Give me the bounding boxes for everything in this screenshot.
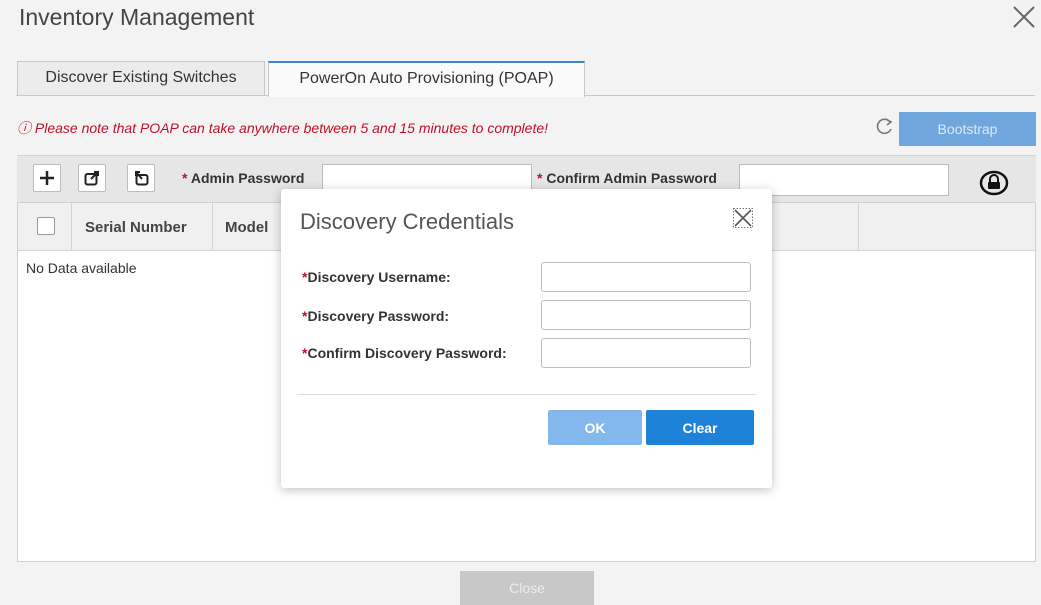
select-all-checkbox[interactable] — [37, 217, 55, 235]
confirm-discovery-password-label: *Confirm Discovery Password: — [302, 345, 507, 361]
required-marker: * — [537, 170, 543, 186]
tab-discover-existing-switches[interactable]: Discover Existing Switches — [17, 61, 265, 95]
column-divider — [858, 203, 859, 250]
admin-password-label: * Admin Password — [182, 170, 304, 186]
column-header-serial-number[interactable]: Serial Number — [85, 219, 187, 236]
refresh-icon[interactable] — [873, 116, 895, 138]
confirm-admin-password-label-text: Confirm Admin Password — [546, 170, 717, 186]
close-button[interactable]: Close — [460, 571, 594, 605]
admin-password-label-text: Admin Password — [190, 170, 305, 186]
tab-label: Discover Existing Switches — [45, 69, 237, 86]
tab-label: PowerOn Auto Provisioning (POAP) — [299, 70, 554, 87]
discovery-username-input[interactable] — [541, 262, 751, 292]
add-button[interactable] — [33, 164, 61, 192]
plus-icon — [40, 171, 54, 185]
import-icon — [135, 171, 149, 186]
info-icon: ⓘ — [17, 120, 31, 136]
column-header-model[interactable]: Model — [225, 219, 268, 236]
close-window-icon[interactable] — [1011, 4, 1037, 30]
discovery-password-input[interactable] — [541, 300, 751, 330]
discovery-username-label-text: Discovery Username: — [307, 269, 451, 285]
window-title: Inventory Management — [19, 4, 255, 30]
modal-title: Discovery Credentials — [300, 209, 514, 234]
discovery-username-label: *Discovery Username: — [302, 269, 451, 285]
modal-divider — [297, 394, 756, 395]
poap-notice: ⓘ Please note that POAP can take anywher… — [17, 118, 548, 138]
export-button[interactable] — [78, 164, 106, 192]
modal-close-icon[interactable] — [733, 208, 753, 228]
column-divider — [212, 203, 213, 250]
discovery-password-label: *Discovery Password: — [302, 308, 449, 324]
confirm-discovery-password-input[interactable] — [541, 338, 751, 368]
poap-notice-text: Please note that POAP can take anywhere … — [34, 120, 549, 136]
table-empty-message: No Data available — [26, 260, 137, 276]
export-icon — [84, 171, 99, 186]
confirm-admin-password-label: * Confirm Admin Password — [537, 170, 717, 186]
required-marker: * — [182, 170, 188, 186]
ok-button[interactable]: OK — [548, 410, 642, 445]
column-divider — [71, 203, 72, 250]
discovery-credentials-modal: Discovery Credentials *Discovery Usernam… — [281, 189, 772, 488]
lock-icon[interactable] — [979, 170, 1009, 196]
discovery-password-label-text: Discovery Password: — [307, 308, 450, 324]
bootstrap-button[interactable]: Bootstrap — [899, 112, 1036, 146]
clear-button[interactable]: Clear — [646, 410, 754, 445]
import-button[interactable] — [127, 164, 155, 192]
tab-poap[interactable]: PowerOn Auto Provisioning (POAP) — [268, 61, 585, 97]
confirm-discovery-password-label-text: Confirm Discovery Password: — [307, 345, 507, 361]
